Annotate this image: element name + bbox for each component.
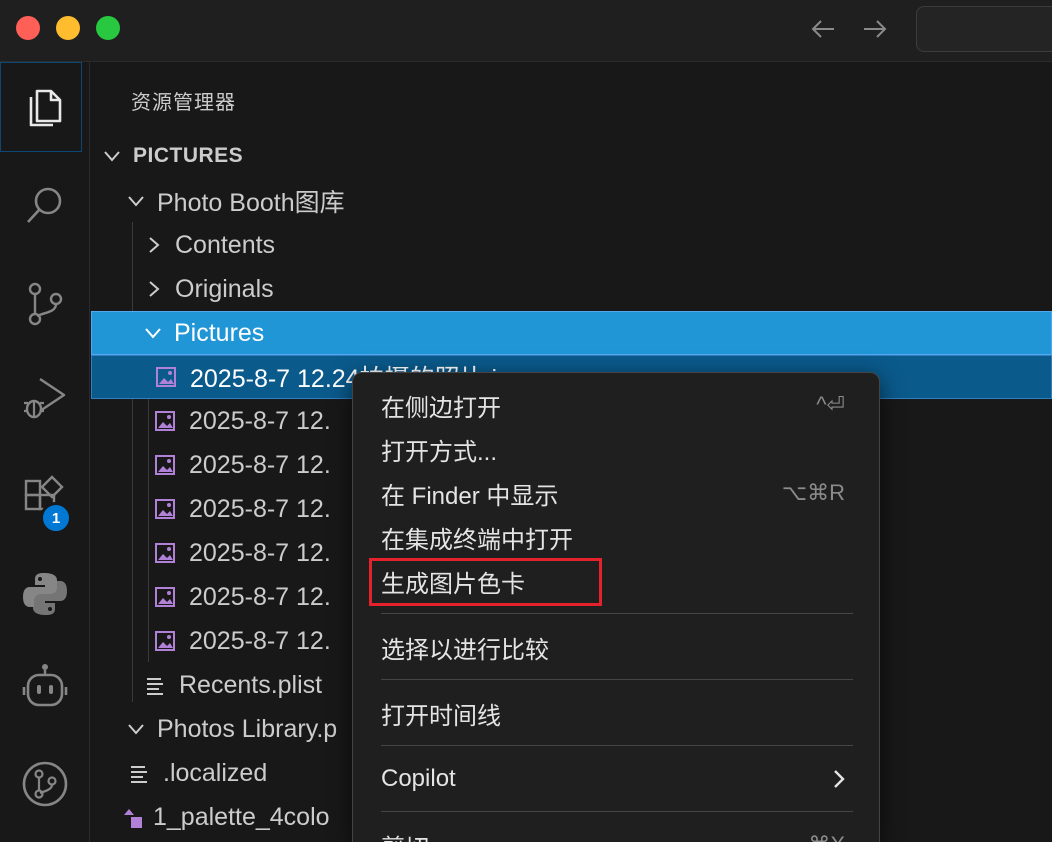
run-debug-button[interactable] (0, 354, 90, 442)
image-file-icon (155, 455, 175, 475)
arrow-right-icon[interactable] (860, 14, 890, 44)
menu-item-label: 剪切 (381, 828, 429, 842)
image-file-icon (156, 367, 176, 387)
menu-select-for-compare[interactable]: 选择以进行比较 (353, 625, 879, 669)
explorer-button[interactable] (0, 62, 90, 152)
chevron-down-icon (145, 328, 161, 339)
extensions-button[interactable]: 1 (0, 454, 90, 542)
menu-open-to-side[interactable]: 在侧边打开 ^⏎ (353, 383, 879, 427)
image-file-icon (155, 587, 175, 607)
tree-item-label: Originals (175, 274, 274, 303)
tree-section-pictures[interactable]: PICTURES (91, 134, 1052, 178)
menu-item-label: 在集成终端中打开 (381, 526, 573, 554)
search-icon (27, 187, 62, 223)
git-graph-icon (22, 761, 68, 807)
menu-shortcut: ⌥⌘R (781, 480, 845, 505)
tree-item-label: .localized (163, 758, 268, 787)
text-file-icon (131, 766, 147, 783)
shapes-file-icon (124, 809, 142, 828)
menu-cut[interactable]: 剪切 ⌘X (353, 823, 879, 842)
chevron-right-icon (834, 770, 845, 788)
maximize-window-button[interactable] (96, 16, 120, 40)
image-file-icon (155, 631, 175, 651)
menu-shortcut: ^⏎ (816, 392, 845, 417)
menu-item-label: Copilot (381, 765, 456, 792)
tree-item-label: Photo Booth图库 (157, 189, 345, 217)
source-control-button[interactable] (0, 260, 90, 348)
tree-item-label: 2025-8-7 12. (189, 450, 331, 479)
menu-item-label: 打开时间线 (381, 702, 501, 730)
close-window-button[interactable] (16, 16, 40, 40)
tree-folder-photo-booth[interactable]: Photo Booth图库 (91, 179, 1052, 223)
annotation-highlight-box (369, 558, 602, 606)
python-icon (23, 573, 67, 615)
tree-folder-pictures[interactable]: Pictures (91, 311, 1052, 355)
chevron-right-icon (149, 237, 160, 253)
tree-folder-originals[interactable]: Originals (91, 267, 1052, 311)
menu-separator (381, 745, 853, 746)
robot-icon (22, 664, 68, 707)
tree-item-label: Contents (175, 230, 276, 259)
minimize-window-button[interactable] (56, 16, 80, 40)
chevron-down-icon (104, 151, 120, 162)
search-button[interactable] (0, 162, 90, 250)
menu-separator (381, 679, 853, 680)
image-file-icon (155, 411, 175, 431)
tree-item-label: Pictures (174, 318, 265, 347)
menu-item-label: 在侧边打开 (381, 394, 501, 422)
activity-bar: 1 (0, 62, 90, 842)
python-button[interactable] (0, 550, 90, 638)
menu-item-label: 打开方式... (381, 438, 498, 466)
tree-item-label: 2025-8-7 12. (189, 406, 331, 435)
context-menu: 在侧边打开 ^⏎ 打开方式... 在 Finder 中显示 ⌥⌘R 在集成终端中… (352, 372, 880, 842)
menu-separator (381, 811, 853, 812)
sidebar-title: 资源管理器 (131, 90, 236, 114)
chevron-right-icon (149, 281, 160, 297)
tree-item-label: Recents.plist (179, 670, 323, 699)
run-debug-icon (24, 378, 66, 419)
menu-open-timeline[interactable]: 打开时间线 (353, 691, 879, 735)
tree-item-label: 2025-8-7 12. (189, 582, 331, 611)
extensions-badge: 1 (40, 502, 72, 534)
source-control-icon (28, 282, 63, 326)
menu-item-label: 在 Finder 中显示 (381, 482, 559, 510)
files-icon (29, 89, 62, 127)
tree-item-label: 1_palette_4colo (153, 802, 330, 831)
tree-item-label: 2025-8-7 12. (189, 626, 331, 655)
menu-item-label: 选择以进行比较 (381, 636, 549, 664)
menu-separator (381, 613, 853, 614)
menu-reveal-in-finder[interactable]: 在 Finder 中显示 ⌥⌘R (353, 471, 879, 515)
image-file-icon (155, 543, 175, 563)
chevron-down-icon (128, 196, 144, 207)
section-label: PICTURES (133, 144, 244, 167)
tree-item-label: Photos Library.p (157, 714, 338, 743)
menu-copilot[interactable]: Copilot (353, 757, 879, 801)
git-graph-button[interactable] (0, 740, 90, 828)
command-center-search[interactable] (916, 6, 1052, 52)
text-file-icon (147, 678, 163, 695)
tree-item-label: 2025-8-7 12. (189, 538, 331, 567)
image-file-icon (155, 499, 175, 519)
copilot-chat-button[interactable] (0, 642, 90, 730)
tree-item-label: 2025-8-7 12. (189, 494, 331, 523)
chevron-down-icon (128, 724, 144, 735)
menu-open-with[interactable]: 打开方式... (353, 427, 879, 471)
menu-open-in-terminal[interactable]: 在集成终端中打开 (353, 515, 879, 559)
title-bar (0, 0, 1052, 62)
tree-folder-contents[interactable]: Contents (91, 223, 1052, 267)
menu-shortcut: ⌘X (808, 832, 845, 842)
arrow-left-icon[interactable] (808, 14, 838, 44)
